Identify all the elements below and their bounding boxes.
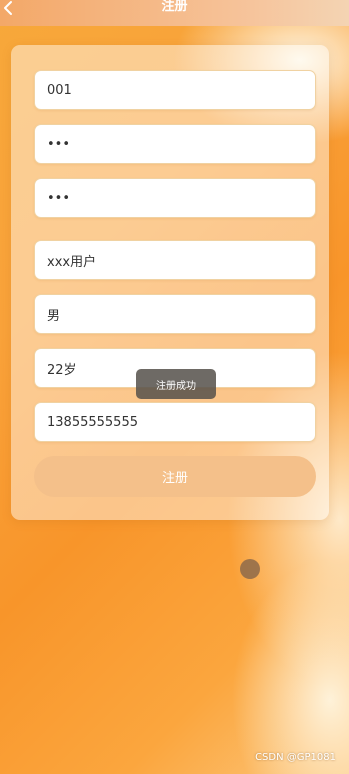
register-card (11, 45, 329, 520)
phone-input[interactable]: 13855555555 (34, 402, 316, 442)
page-title: 注册 (161, 0, 188, 14)
register-button[interactable]: 注册 (34, 456, 316, 497)
floating-dot (240, 559, 260, 579)
nickname-input[interactable]: xxx用户 (34, 240, 316, 280)
top-bar: 注册 (0, 0, 349, 26)
password-input[interactable]: ••• (34, 124, 316, 164)
confirm-password-input[interactable]: ••• (34, 178, 316, 218)
success-toast: 注册成功 (136, 369, 216, 399)
watermark: CSDN @GP1081 (255, 752, 336, 763)
gender-input[interactable]: 男 (34, 294, 316, 334)
username-input[interactable]: 001 (34, 70, 316, 110)
